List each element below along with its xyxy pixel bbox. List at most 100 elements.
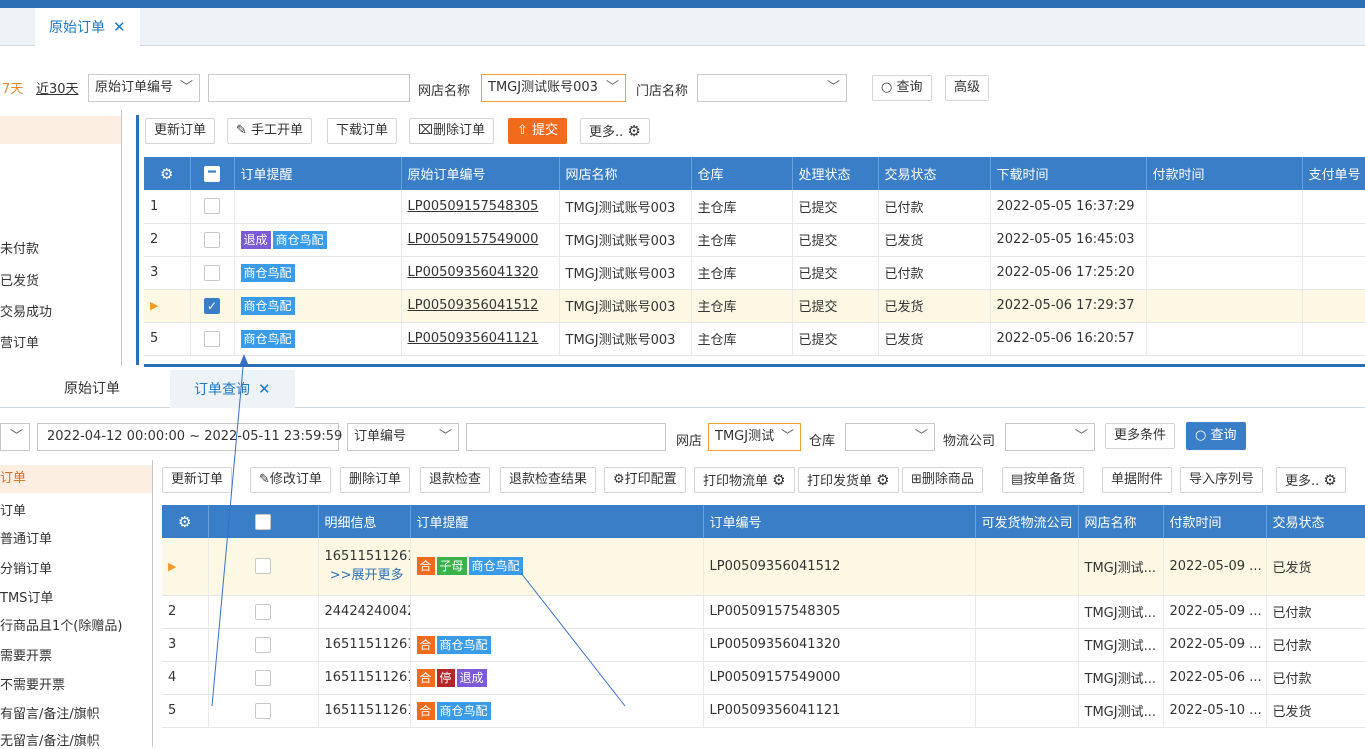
shop-select[interactable]: TMGJ测试 ﹀ bbox=[708, 423, 801, 451]
toolbar-button[interactable]: 退款检查 bbox=[420, 467, 491, 493]
toolbar-button[interactable]: 退款检查结果 bbox=[500, 467, 597, 493]
row-select[interactable] bbox=[208, 628, 319, 662]
tab-order-query[interactable]: 订单查询 ✕ bbox=[170, 370, 295, 408]
column-header[interactable]: 付款时间 bbox=[1146, 157, 1303, 190]
submit-button[interactable]: ⇧ 提交 bbox=[508, 118, 568, 144]
row-select[interactable] bbox=[190, 223, 235, 257]
quick-30days-link[interactable]: 近30天 bbox=[36, 78, 79, 97]
column-header[interactable]: 交易状态 bbox=[1266, 505, 1365, 538]
expand-more-link[interactable]: >>展开更多 bbox=[325, 564, 404, 583]
order-link[interactable]: LP00509356041320 bbox=[408, 265, 539, 280]
column-header[interactable]: 网店名称 bbox=[559, 157, 692, 190]
column-header[interactable]: 处理状态 bbox=[792, 157, 879, 190]
tab-raw-orders[interactable]: 原始订单 bbox=[44, 370, 140, 408]
sidebar-item-completed[interactable]: 交易成功 bbox=[0, 301, 52, 320]
manual-order-button[interactable]: ✎ 手工开单 bbox=[227, 118, 313, 144]
date-type-select[interactable]: ﹀ bbox=[0, 423, 30, 451]
download-orders-button[interactable]: 下载订单 bbox=[327, 118, 398, 144]
quick-7days-link[interactable]: 7天 bbox=[2, 78, 23, 97]
table-row[interactable]: 2 退成 商仓鸟配 LP00509157549000 TMGJ测试账号003 主仓库 已提交… bbox=[144, 223, 1365, 257]
row-select[interactable] bbox=[208, 538, 319, 596]
column-header[interactable]: 订单编号 bbox=[703, 505, 976, 538]
row-select[interactable] bbox=[190, 190, 235, 224]
toolbar-button[interactable]: 打印物流单 ⚙ bbox=[694, 467, 795, 493]
sidebar-item[interactable]: 行商品且1个(除赠品) bbox=[0, 615, 122, 634]
sidebar-item[interactable]: 订单 bbox=[0, 500, 26, 519]
select-all[interactable] bbox=[208, 505, 319, 538]
gear-icon[interactable]: ⚙ bbox=[1323, 471, 1336, 489]
store-select[interactable]: ﹀ bbox=[697, 74, 847, 102]
sidebar-item-shipped[interactable]: 已发货 bbox=[0, 270, 39, 289]
raw-order-number[interactable]: LP00509356041512 bbox=[401, 289, 560, 323]
toolbar-button[interactable]: ✎修改订单 bbox=[250, 467, 331, 493]
table-row[interactable]: 5 商仓鸟配 LP00509356041121 TMGJ测试账号003 主仓库 已提交 已发… bbox=[144, 322, 1365, 356]
column-header[interactable]: 下载时间 bbox=[990, 157, 1147, 190]
sidebar-item[interactable]: 无留言/备注/旗帜 bbox=[0, 730, 100, 749]
sidebar-item[interactable]: 需要开票 bbox=[0, 645, 52, 664]
sidebar-item-active[interactable]: 订单 bbox=[0, 465, 152, 493]
toolbar-button[interactable]: ⊞删除商品 bbox=[902, 467, 983, 493]
more-button[interactable]: 更多.. ⚙ bbox=[580, 118, 650, 144]
row-checkbox[interactable] bbox=[255, 702, 271, 719]
column-settings[interactable]: ⚙ bbox=[144, 157, 191, 190]
sidebar-item-orders[interactable]: 营订单 bbox=[0, 332, 39, 351]
column-settings[interactable]: ⚙ bbox=[162, 505, 209, 538]
table-row[interactable]: 2 24424240042 LP00509157548305 TMGJ测试... 202… bbox=[162, 595, 1365, 629]
table-row[interactable]: 3 16511511261 合商仓鸟配 LP00509356041320 TMGJ测试.… bbox=[162, 628, 1365, 662]
order-link[interactable]: LP00509157549000 bbox=[408, 232, 539, 247]
table-row[interactable]: ▶ 16511511261 >>展开更多合子母 商仓鸟配 LP0050935604151… bbox=[162, 538, 1365, 596]
row-select[interactable] bbox=[208, 694, 319, 728]
toolbar-button[interactable]: 打印发货单 ⚙ bbox=[798, 467, 899, 493]
table-row[interactable]: 5 16511511261 合商仓鸟配 LP00509356041121 TMGJ测试.… bbox=[162, 694, 1365, 728]
select-all[interactable]: ━ bbox=[190, 157, 235, 190]
gear-icon[interactable]: ⚙ bbox=[876, 471, 889, 489]
raw-order-number[interactable]: LP00509356041320 bbox=[401, 256, 560, 290]
row-select[interactable] bbox=[190, 322, 235, 356]
toolbar-button[interactable]: 单据附件 bbox=[1102, 467, 1173, 493]
row-select[interactable]: ✓ bbox=[190, 289, 235, 323]
more-conditions-button[interactable]: 更多条件 bbox=[1105, 423, 1176, 449]
column-header[interactable]: 支付单号 bbox=[1302, 157, 1365, 190]
search-button[interactable]: ○ 查询 bbox=[872, 75, 932, 101]
table-row[interactable]: ▶ ✓ 商仓鸟配 LP00509356041512 TMGJ测试账号003 主仓库 已提交已… bbox=[144, 289, 1365, 323]
order-link[interactable]: LP00509157548305 bbox=[408, 199, 539, 214]
row-checkbox[interactable] bbox=[255, 636, 271, 653]
select-all-checkbox[interactable]: ━ bbox=[204, 165, 220, 182]
logistics-select[interactable]: ﹀ bbox=[1005, 423, 1095, 451]
select-all-checkbox[interactable] bbox=[255, 513, 271, 530]
warehouse-select[interactable]: ﹀ bbox=[845, 423, 935, 451]
date-range-input[interactable]: 2022-04-12 00:00:00 ~ 2022-05-11 23:59:5… bbox=[37, 423, 342, 451]
row-select[interactable] bbox=[208, 595, 319, 629]
search-button[interactable]: ○ 查询 bbox=[1186, 422, 1246, 450]
raw-order-number[interactable]: LP00509157549000 bbox=[401, 223, 560, 257]
column-header[interactable]: 网店名称 bbox=[1078, 505, 1164, 538]
sidebar-item[interactable]: 分销订单 bbox=[0, 558, 52, 577]
toolbar-button[interactable]: 删除订单 bbox=[340, 467, 411, 493]
order-number-input[interactable] bbox=[466, 423, 666, 451]
table-row[interactable]: 1 LP00509157548305 TMGJ测试账号003 主仓库 已提交 已付款 202… bbox=[144, 190, 1365, 224]
order-link[interactable]: LP00509356041512 bbox=[408, 298, 539, 313]
table-row[interactable]: 3 商仓鸟配 LP00509356041320 TMGJ测试账号003 主仓库 已提交 已付… bbox=[144, 256, 1365, 290]
gear-icon[interactable]: ⚙ bbox=[160, 165, 173, 183]
column-header[interactable]: 可发货物流公司 bbox=[975, 505, 1079, 538]
row-checkbox[interactable] bbox=[204, 231, 220, 248]
column-header[interactable]: 付款时间 bbox=[1163, 505, 1267, 538]
raw-order-number[interactable]: LP00509157548305 bbox=[401, 190, 560, 224]
row-select[interactable] bbox=[190, 256, 235, 290]
close-icon[interactable]: ✕ bbox=[113, 18, 126, 36]
column-header[interactable]: 明细信息 bbox=[318, 505, 411, 538]
toolbar-button[interactable]: 更新订单 bbox=[162, 467, 233, 493]
row-select[interactable] bbox=[208, 661, 319, 695]
toolbar-button[interactable]: 更多.. ⚙ bbox=[1276, 467, 1346, 493]
raw-order-number[interactable]: LP00509356041121 bbox=[401, 322, 560, 356]
column-header[interactable]: 订单提醒 bbox=[234, 157, 402, 190]
order-number-input[interactable] bbox=[208, 74, 410, 102]
row-checkbox[interactable] bbox=[255, 558, 271, 575]
toolbar-button[interactable]: ▤按单备货 bbox=[1002, 467, 1085, 493]
toolbar-button[interactable]: 导入序列号 bbox=[1180, 467, 1264, 493]
table-row[interactable]: 4 16511511261 合停退成 LP00509157549000 TMGJ测试..… bbox=[162, 661, 1365, 695]
column-header[interactable]: 交易状态 bbox=[878, 157, 991, 190]
advanced-button[interactable]: 高级 bbox=[945, 75, 990, 101]
row-checkbox[interactable]: ✓ bbox=[204, 297, 220, 314]
column-header[interactable]: 订单提醒 bbox=[410, 505, 704, 538]
